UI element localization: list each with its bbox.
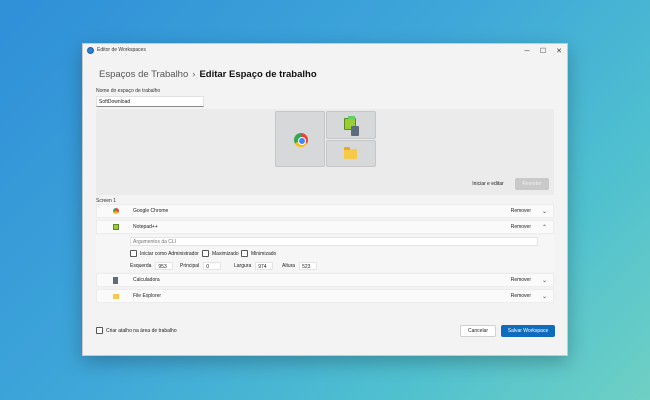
top-position-field: Principal 0: [180, 262, 222, 270]
chrome-icon: [113, 208, 119, 214]
calculator-icon: [351, 126, 359, 136]
height-label: Altura: [282, 263, 296, 269]
folder-icon: [113, 293, 119, 299]
checkbox-label: Iniciar como Administrador: [140, 250, 199, 257]
title-bar[interactable]: Editor de Workspaces ─ ☐ ✕: [83, 44, 567, 58]
desktop-shortcut-checkbox[interactable]: Criar atalho na área de trabalho: [96, 327, 177, 334]
window-title: Editor de Workspaces: [97, 47, 146, 53]
app-logo-icon: [87, 47, 94, 54]
remove-button[interactable]: Remover: [511, 277, 531, 283]
height-field: Altura 523: [282, 262, 318, 270]
width-input[interactable]: 974: [255, 262, 274, 270]
checkbox-label: Maximizado: [212, 250, 239, 257]
layout-preview-area: Iniciar e editar Reverter: [96, 109, 554, 195]
minimized-checkbox[interactable]: Minimizado: [241, 250, 276, 257]
top-input[interactable]: 0: [203, 262, 222, 270]
checkbox-box[interactable]: [130, 250, 137, 257]
left-input[interactable]: 953: [155, 262, 174, 270]
app-row-chrome[interactable]: Google Chrome Remover ⌄: [96, 204, 554, 218]
top-label: Principal: [180, 263, 200, 269]
chevron-up-icon[interactable]: ⌃: [542, 224, 547, 231]
revert-button[interactable]: Reverter: [515, 178, 549, 190]
chevron-down-icon[interactable]: ⌄: [542, 208, 547, 215]
checkbox-box[interactable]: [96, 327, 103, 334]
breadcrumb-workspaces-link[interactable]: Espaços de Trabalho: [99, 69, 188, 80]
app-row-file-explorer[interactable]: File Explorer Remover ⌄: [96, 289, 554, 303]
height-input[interactable]: 523: [299, 262, 318, 270]
workspace-name-input[interactable]: [96, 96, 204, 107]
left-position-field: Esquerda 953: [130, 262, 174, 270]
checkbox-label: Minimizado: [251, 250, 277, 257]
remove-button[interactable]: Remover: [511, 224, 531, 230]
cancel-button[interactable]: Cancelar: [460, 325, 496, 337]
breadcrumb: Espaços de Trabalho › Editar Espaço de tra…: [99, 69, 317, 80]
preview-tile-chrome: [275, 111, 325, 167]
breadcrumb-chevron-icon: ›: [192, 69, 196, 80]
checkbox-box[interactable]: [202, 250, 209, 257]
left-label: Esquerda: [130, 263, 152, 269]
preview-tile-notepad: [326, 111, 376, 139]
app-row-notepadpp[interactable]: Notepad++ Remover ⌃: [96, 220, 554, 234]
maximized-checkbox[interactable]: Maximizado: [202, 250, 239, 257]
app-name: Calculadora: [133, 277, 160, 283]
width-field: Largura 974: [234, 262, 274, 270]
chrome-icon: [294, 133, 308, 147]
maximize-button[interactable]: ☐: [535, 44, 551, 58]
notepadpp-details-panel: Iniciar como Administrador Maximizado Mi…: [96, 235, 554, 272]
page-title: Editar Espaço de trabalho: [199, 69, 317, 80]
notepadpp-icon: [113, 224, 119, 230]
app-name: File Explorer: [133, 293, 162, 299]
minimize-button[interactable]: ─: [519, 44, 535, 58]
workspace-name-label: Nome do espaço de trabalho: [96, 88, 161, 94]
app-name: Google Chrome: [133, 208, 169, 214]
close-button[interactable]: ✕: [551, 44, 567, 58]
checkbox-label: Criar atalho na área de trabalho: [106, 327, 177, 334]
width-label: Largura: [234, 263, 252, 269]
checkbox-box[interactable]: [241, 250, 248, 257]
app-row-calculator[interactable]: Calculadora Remover ⌄: [96, 273, 554, 287]
app-name: Notepad++: [133, 224, 158, 230]
chevron-down-icon[interactable]: ⌄: [542, 277, 547, 284]
save-workspace-button[interactable]: Salvar Workspace: [501, 325, 555, 337]
remove-button[interactable]: Remover: [511, 208, 531, 214]
preview-tile-explorer: [326, 140, 376, 167]
folder-icon: [344, 147, 357, 159]
workspace-editor-window: Editor de Workspaces ─ ☐ ✕ Espaços de Tr…: [82, 43, 568, 356]
run-as-admin-checkbox[interactable]: Iniciar como Administrador: [130, 250, 199, 257]
cli-args-input[interactable]: [130, 237, 538, 246]
remove-button[interactable]: Remover: [511, 293, 531, 299]
layout-preview: [275, 111, 376, 167]
launch-edit-button[interactable]: Iniciar e editar: [466, 178, 510, 190]
chevron-down-icon[interactable]: ⌄: [542, 293, 547, 300]
calculator-icon: [113, 276, 118, 284]
